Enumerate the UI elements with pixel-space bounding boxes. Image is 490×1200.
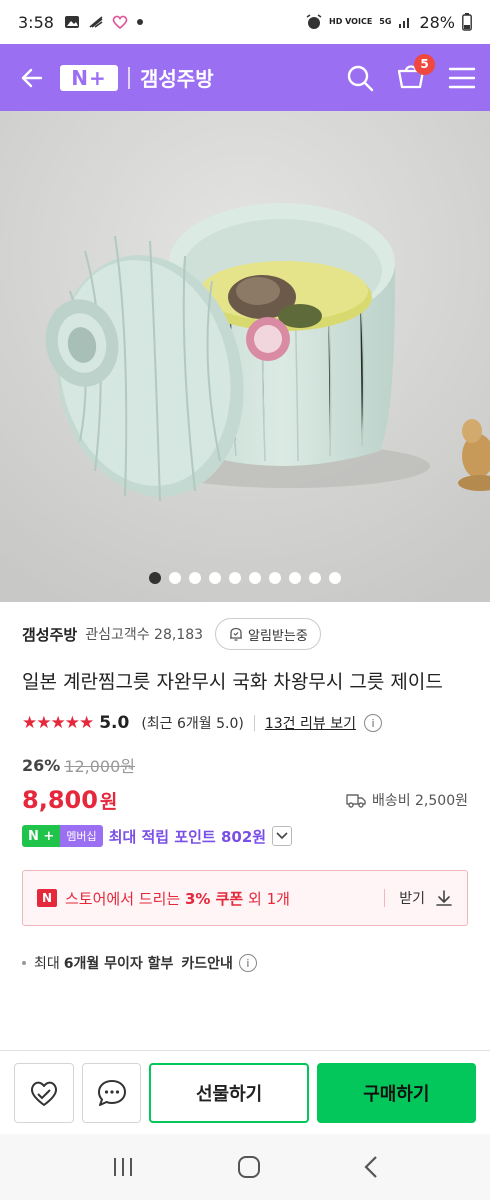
home-icon[interactable] [237, 1155, 261, 1179]
gallery-pagination [0, 572, 490, 584]
gallery-dot[interactable] [289, 572, 301, 584]
download-icon [436, 890, 452, 906]
membership-badge-label: 멤버십 [60, 825, 103, 847]
search-icon[interactable] [346, 64, 374, 92]
naver-plus-logo: N+ [60, 64, 118, 91]
notification-icons [64, 15, 144, 29]
max-points-text: 최대 적립 포인트 802원 [108, 827, 267, 846]
coupon-text-suffix: 외 1개 [243, 889, 290, 908]
chat-bubble-icon [97, 1079, 126, 1106]
battery-icon [462, 13, 472, 31]
gallery-dot[interactable] [189, 572, 201, 584]
recent-rating: (최근 6개월 5.0) [141, 716, 244, 732]
coupon-highlight: 3% 쿠폰 [184, 889, 244, 908]
wishlist-button[interactable] [14, 1062, 74, 1123]
talktalk-button[interactable] [81, 1062, 142, 1123]
shipping-fee: 배송비 2,500원 [371, 793, 468, 809]
bell-check-icon [230, 627, 243, 641]
expand-button[interactable] [272, 826, 293, 846]
seller-name[interactable]: 갬성주방 [22, 624, 77, 645]
status-bar: 3:58 HD VOICE 5G 28% [0, 0, 490, 44]
gallery-dot[interactable] [229, 572, 241, 584]
price-row: 8,800 원 배송비 2,500원 [22, 780, 468, 820]
heart-icon [112, 15, 128, 29]
back-nav-icon[interactable] [363, 1155, 379, 1179]
membership-row[interactable]: N + 멤버십 최대 적립 포인트 802원 [22, 822, 468, 850]
cart-count-badge: 5 [414, 53, 435, 75]
gallery-dot[interactable] [329, 572, 341, 584]
notification-subscribe-button[interactable]: 알림받는중 [215, 618, 321, 650]
cart-button[interactable]: 5 [396, 53, 435, 94]
dot-icon [136, 19, 143, 25]
fans-count: 관심고객수 28,183 [85, 627, 204, 643]
currency-label: 원 [99, 790, 118, 813]
gallery-dot[interactable] [209, 572, 221, 584]
network-label: 5G [379, 17, 392, 26]
gallery-dot[interactable] [149, 572, 161, 584]
info-icon[interactable]: i [238, 954, 257, 972]
seller-row: 갬성주방 관심고객수 28,183 알림받는중 [22, 602, 468, 666]
reviews-link[interactable]: 13건 리뷰 보기 [265, 713, 356, 733]
buy-button[interactable]: 구매하기 [316, 1062, 477, 1123]
app-header: N+ 갬성주방 5 [0, 44, 490, 111]
discount-row: 26% 12,000원 [22, 754, 468, 777]
installment-info: 최대 6개월 무이자 할부 카드안내 i [22, 948, 468, 978]
heart-check-icon [30, 1081, 57, 1106]
header-actions: 5 [346, 53, 476, 94]
recent-apps-icon[interactable] [111, 1156, 135, 1178]
original-price: 12,000원 [64, 757, 136, 776]
logo-divider [128, 66, 130, 89]
purchase-action-bar: 선물하기 구매하기 [0, 1050, 490, 1134]
gift-button[interactable]: 선물하기 [149, 1062, 309, 1123]
coupon-download-label: 받기 [399, 891, 425, 907]
store-logo[interactable]: N+ 갬성주방 [60, 63, 214, 92]
shipping-info: 배송비 2,500원 [346, 790, 468, 810]
divider [384, 889, 386, 907]
divider [253, 715, 255, 731]
store-name: 갬성주방 [140, 67, 214, 91]
product-photo [0, 111, 490, 602]
bullet [22, 961, 26, 965]
gallery-dot[interactable] [269, 572, 281, 584]
membership-badge: N + 멤버십 [22, 825, 103, 847]
battery-percent: 28% [419, 12, 455, 32]
gallery-dot[interactable] [169, 572, 181, 584]
card-guide-label[interactable]: 카드안내 [181, 953, 233, 973]
installment-prefix: 최대 [34, 956, 60, 972]
naver-plus-badge: N + [22, 825, 61, 847]
wifi-calling-icon [89, 16, 103, 28]
rating-row: ★★★★★ 5.0 (최근 6개월 5.0) 13건 리뷰 보기 i [22, 710, 468, 736]
sale-price: 8,800 [22, 786, 98, 814]
image-icon [64, 16, 79, 28]
product-image-gallery[interactable] [0, 111, 490, 602]
alarm-icon [306, 14, 322, 29]
coupon-text: 스토어에서 드리는 3% 쿠폰 외 1개 [65, 888, 290, 909]
back-button[interactable] [14, 60, 50, 96]
naver-n-icon: N [37, 889, 57, 907]
truck-icon [346, 794, 366, 808]
status-right: HD VOICE 5G 28% [306, 13, 472, 32]
installment-highlight: 6개월 무이자 할부 [63, 956, 174, 972]
gallery-dot[interactable] [309, 572, 321, 584]
hd-voice-label: HD VOICE [329, 17, 373, 26]
discount-rate: 26% [22, 755, 61, 775]
gallery-dot[interactable] [249, 572, 261, 584]
info-icon[interactable]: i [363, 714, 382, 732]
signal-icon [399, 18, 410, 28]
product-info: 갬성주방 관심고객수 28,183 알림받는중 일본 계란찜그릇 자완무시 국화… [0, 602, 490, 978]
system-navigation-bar [0, 1134, 490, 1200]
chevron-down-icon [276, 832, 288, 840]
product-title: 일본 계란찜그릇 자완무시 국화 차왕무시 그릇 제이드 [22, 671, 443, 693]
arrow-left-icon [21, 68, 43, 87]
status-time: 3:58 [18, 12, 54, 32]
menu-icon[interactable] [448, 66, 476, 90]
coupon-text-prefix: 스토어에서 드리는 [65, 889, 185, 908]
alarm-label: 알림받는중 [248, 628, 308, 644]
coupon-download[interactable]: 받기 [384, 888, 453, 908]
rating-stars: ★★★★★ [22, 713, 94, 733]
rating-score: 5.0 [99, 713, 130, 733]
coupon-banner[interactable]: N 스토어에서 드리는 3% 쿠폰 외 1개 받기 [22, 870, 468, 926]
